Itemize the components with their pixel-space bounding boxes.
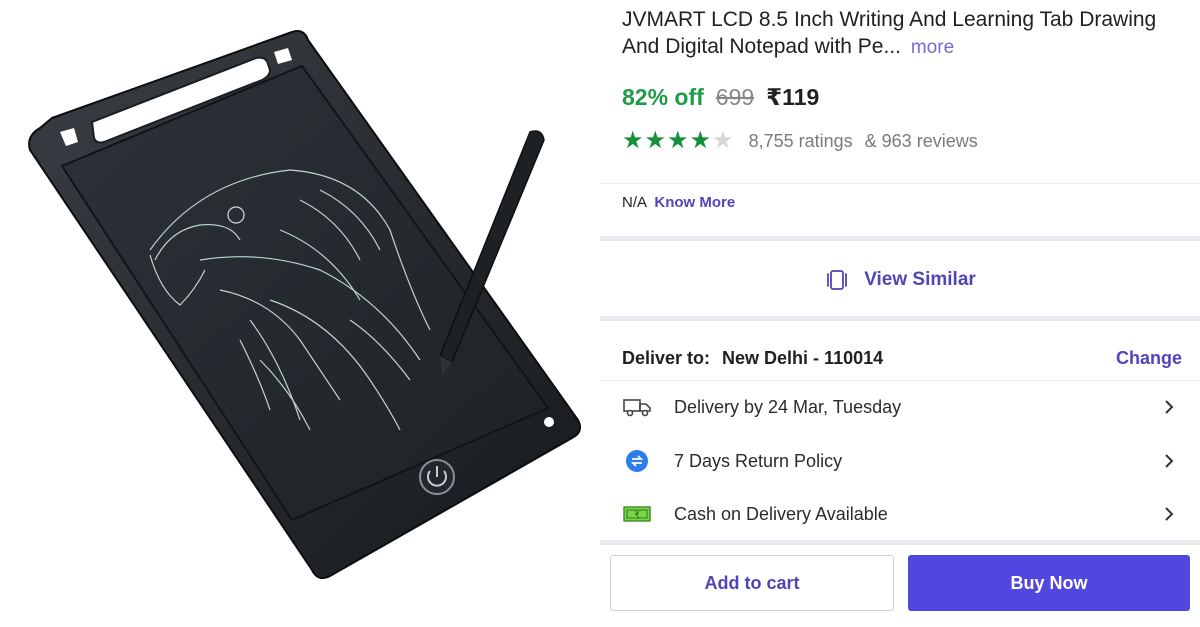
product-image[interactable] [0, 0, 600, 622]
cash-icon: ₹ [622, 502, 652, 526]
chevron-right-icon [1160, 505, 1178, 523]
power-button-icon [419, 459, 455, 495]
star-icon: ★ [689, 127, 713, 154]
buy-now-button[interactable]: Buy Now [908, 555, 1190, 611]
deliver-to-label: Deliver to: [622, 347, 711, 368]
star-icon: ★ [644, 127, 668, 154]
product-title[interactable]: JVMART LCD 8.5 Inch Writing And Learning… [622, 6, 1182, 61]
cash-on-delivery-text: Cash on Delivery Available [674, 503, 888, 524]
delivery-date-row[interactable]: Delivery by 24 Mar, Tuesday [622, 390, 1178, 424]
star-empty-icon: ★ [712, 127, 735, 154]
return-policy-row[interactable]: 7 Days Return Policy [622, 444, 1178, 478]
deliver-to-row: Deliver to: New Delhi - 110014 Change [622, 345, 1182, 371]
section-divider [600, 316, 1200, 321]
star-icon: ★ [667, 127, 690, 154]
divider [600, 380, 1200, 381]
divider [600, 183, 1200, 184]
svg-text:₹: ₹ [634, 511, 639, 520]
final-price: ₹119 [766, 84, 820, 110]
rating-row[interactable]: ★ ★ ★ ★ ★ 8,755 ratings & 963 reviews [622, 128, 978, 154]
price-row: 82% off 699 ₹119 [622, 84, 819, 114]
more-link[interactable]: more [911, 37, 954, 58]
product-details-panel: JVMART LCD 8.5 Inch Writing And Learning… [600, 0, 1200, 622]
chevron-right-icon [1160, 452, 1178, 470]
chevron-right-icon [1160, 398, 1178, 416]
seller-note-row: N/A Know More [622, 194, 735, 211]
product-title-text: JVMART LCD 8.5 Inch Writing And Learning… [622, 8, 1157, 58]
view-similar-icon [827, 270, 848, 290]
section-divider [600, 540, 1200, 545]
ratings-count: 8,755 ratings [748, 130, 853, 151]
return-policy-text: 7 Days Return Policy [674, 450, 843, 471]
reviews-count: & 963 reviews [864, 130, 978, 151]
know-more-link[interactable]: Know More [654, 194, 735, 211]
star-rating: ★ ★ ★ ★ ★ [622, 129, 735, 153]
delivery-date-text: Delivery by 24 Mar, Tuesday [674, 396, 902, 417]
lcd-tablet-illustration [28, 30, 581, 579]
seller-note-value: N/A [622, 194, 647, 211]
cash-on-delivery-row[interactable]: ₹ Cash on Delivery Available [622, 497, 1178, 531]
add-to-cart-button[interactable]: Add to cart [610, 555, 894, 611]
view-similar-button[interactable]: View Similar [600, 244, 1200, 316]
truck-icon [622, 395, 652, 419]
view-similar-label: View Similar [864, 269, 976, 290]
discount-percent: 82% off [622, 84, 704, 110]
original-price: 699 [715, 84, 755, 110]
change-location-button[interactable]: Change [1116, 348, 1182, 369]
delivery-location: New Delhi - 110014 [722, 347, 884, 368]
return-icon [622, 449, 652, 473]
section-divider [600, 236, 1200, 241]
star-icon: ★ [622, 127, 645, 154]
